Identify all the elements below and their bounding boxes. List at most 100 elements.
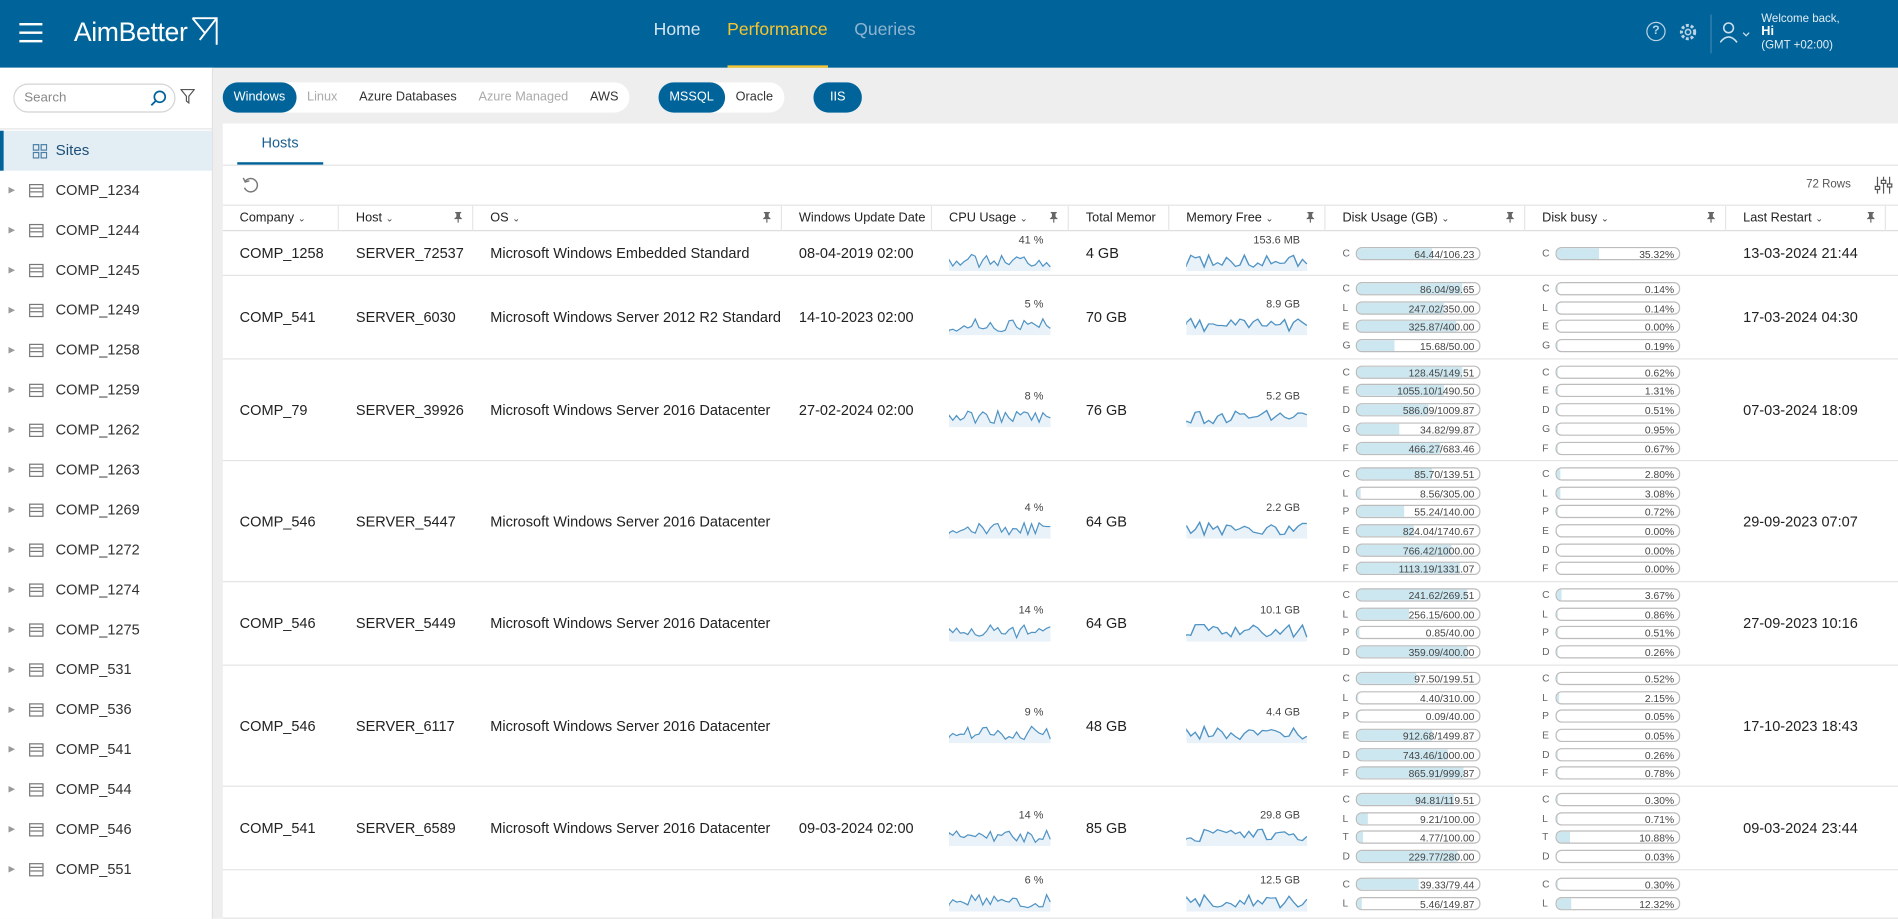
column-header[interactable]: Memory Free ⌄ bbox=[1169, 205, 1326, 232]
chevron-down-icon[interactable]: ⌄ bbox=[298, 213, 306, 224]
table-row[interactable]: COMP_541 SERVER_6589 Microsoft Windows Ser… bbox=[222, 787, 1898, 871]
nav-home[interactable]: Home bbox=[654, 0, 701, 68]
menu-icon[interactable] bbox=[19, 22, 43, 43]
table-row[interactable]: COMP_1258 SERVER_72537 Microsoft Windows E… bbox=[222, 231, 1898, 276]
column-header-label: Disk busy bbox=[1542, 210, 1598, 226]
table-row[interactable]: 6 % 12.5 GB C 39.33/79.44 L 5.46/149.87 C 0.30%… bbox=[222, 870, 1898, 919]
chevron-down-icon[interactable]: ⌄ bbox=[1815, 213, 1823, 224]
column-header[interactable]: Disk Usage (GB) ⌄ bbox=[1325, 205, 1526, 232]
pin-icon[interactable] bbox=[1866, 211, 1876, 223]
sidebar-item[interactable]: ▶ COMP_1234 bbox=[0, 171, 212, 211]
column-header[interactable]: Last Restart ⌄ bbox=[1726, 205, 1886, 232]
tab-hosts[interactable]: Hosts bbox=[237, 123, 323, 165]
table-row[interactable]: COMP_546 SERVER_5447 Microsoft Windows Ser… bbox=[222, 461, 1898, 583]
cell-restart-value: 07-03-2024 18:09 bbox=[1743, 401, 1858, 419]
sidebar-item-label: COMP_544 bbox=[55, 780, 132, 798]
column-header[interactable]: Disk busy ⌄ bbox=[1525, 205, 1727, 232]
sidebar-item[interactable]: ▶ COMP_541 bbox=[0, 730, 212, 770]
disk-letter: L bbox=[1542, 896, 1548, 910]
filter-linux[interactable]: Linux bbox=[296, 82, 348, 112]
help-icon[interactable]: ? bbox=[1646, 21, 1666, 42]
sidebar-item[interactable]: ▶ COMP_546 bbox=[0, 810, 212, 850]
expand-caret-icon[interactable]: ▶ bbox=[8, 850, 15, 890]
column-header[interactable]: Host ⌄ bbox=[339, 205, 474, 232]
filter-azure-managed[interactable]: Azure Managed bbox=[468, 82, 580, 112]
sidebar-sites[interactable]: Sites bbox=[0, 130, 212, 171]
sidebar-item[interactable]: ▶ COMP_1272 bbox=[0, 530, 212, 570]
filter-icon[interactable] bbox=[180, 88, 195, 105]
chevron-down-icon[interactable]: ⌄ bbox=[512, 213, 520, 224]
search-icon[interactable] bbox=[150, 90, 167, 107]
column-settings-icon[interactable] bbox=[1874, 176, 1893, 195]
filter-mssql[interactable]: MSSQL bbox=[658, 82, 725, 113]
pin-icon[interactable] bbox=[1505, 211, 1515, 223]
filter-azure-databases[interactable]: Azure Databases bbox=[348, 82, 467, 112]
chevron-down-icon[interactable]: ⌄ bbox=[1601, 213, 1609, 224]
sidebar-item[interactable]: ▶ COMP_1259 bbox=[0, 370, 212, 410]
expand-caret-icon[interactable]: ▶ bbox=[8, 251, 15, 291]
sidebar-item[interactable]: ▶ COMP_544 bbox=[0, 770, 212, 810]
sidebar-item[interactable]: ▶ COMP_1249 bbox=[0, 291, 212, 331]
table-row[interactable]: COMP_546 SERVER_5449 Microsoft Windows Ser… bbox=[222, 582, 1898, 666]
filter-oracle[interactable]: Oracle bbox=[725, 82, 784, 112]
sidebar-item[interactable]: ▶ COMP_1245 bbox=[0, 251, 212, 291]
pin-icon[interactable] bbox=[1049, 211, 1058, 223]
table-row[interactable]: COMP_541 SERVER_6030 Microsoft Windows Ser… bbox=[222, 276, 1898, 360]
sidebar-item[interactable]: ▶ COMP_1269 bbox=[0, 490, 212, 530]
expand-caret-icon[interactable]: ▶ bbox=[8, 410, 15, 450]
expand-caret-icon[interactable]: ▶ bbox=[8, 690, 15, 730]
chevron-down-icon[interactable]: ⌄ bbox=[1020, 213, 1028, 224]
expand-caret-icon[interactable]: ▶ bbox=[8, 530, 15, 570]
sidebar-item[interactable]: ▶ COMP_551 bbox=[0, 850, 212, 890]
table-row[interactable]: COMP_546 SERVER_6117 Microsoft Windows Ser… bbox=[222, 666, 1898, 787]
expand-caret-icon[interactable]: ▶ bbox=[8, 450, 15, 490]
filter-iis[interactable]: IIS bbox=[813, 82, 863, 113]
logo[interactable]: AimBetter bbox=[74, 17, 218, 48]
sidebar-item[interactable]: ▶ COMP_1274 bbox=[0, 570, 212, 610]
column-header[interactable]: Total Memor bbox=[1069, 205, 1170, 232]
column-header[interactable]: CPU Usage ⌄ bbox=[932, 205, 1069, 232]
expand-caret-icon[interactable]: ▶ bbox=[8, 291, 15, 331]
column-header[interactable]: OS ⌄ bbox=[473, 205, 782, 232]
sidebar-item[interactable]: ▶ COMP_531 bbox=[0, 650, 212, 690]
refresh-icon[interactable] bbox=[242, 177, 259, 194]
pin-icon[interactable] bbox=[1706, 211, 1716, 223]
expand-caret-icon[interactable]: ▶ bbox=[8, 810, 15, 850]
filter-windows[interactable]: Windows bbox=[222, 82, 297, 113]
expand-caret-icon[interactable]: ▶ bbox=[8, 330, 15, 370]
sidebar-item[interactable]: ▶ COMP_1258 bbox=[0, 330, 212, 370]
chevron-down-icon[interactable]: ⌄ bbox=[386, 213, 394, 224]
expand-caret-icon[interactable]: ▶ bbox=[8, 490, 15, 530]
column-header[interactable]: Windows Update Date bbox=[782, 205, 933, 232]
cell-mem: 48 GB bbox=[1069, 666, 1169, 786]
expand-caret-icon[interactable]: ▶ bbox=[8, 570, 15, 610]
search-input[interactable]: Search bbox=[13, 83, 176, 113]
sidebar-item[interactable]: ▶ COMP_1262 bbox=[0, 410, 212, 450]
expand-caret-icon[interactable]: ▶ bbox=[8, 650, 15, 690]
nav-performance[interactable]: Performance bbox=[727, 0, 828, 68]
expand-caret-icon[interactable]: ▶ bbox=[8, 171, 15, 211]
sidebar-item[interactable]: ▶ COMP_1244 bbox=[0, 211, 212, 251]
sidebar-item[interactable]: ▶ COMP_536 bbox=[0, 690, 212, 730]
sidebar-item[interactable]: ▶ COMP_1275 bbox=[0, 610, 212, 650]
expand-caret-icon[interactable]: ▶ bbox=[8, 370, 15, 410]
pin-icon[interactable] bbox=[762, 211, 772, 223]
expand-caret-icon[interactable]: ▶ bbox=[8, 610, 15, 650]
expand-caret-icon[interactable]: ▶ bbox=[8, 770, 15, 810]
spark-cpu: 5 % bbox=[948, 297, 1051, 338]
disk-value: 0.67% bbox=[1644, 442, 1675, 455]
chevron-down-icon[interactable]: ⌄ bbox=[1266, 213, 1274, 224]
expand-caret-icon[interactable]: ▶ bbox=[8, 730, 15, 770]
gear-icon[interactable] bbox=[1678, 22, 1699, 43]
table-row[interactable]: COMP_79 SERVER_39926 Microsoft Windows Ser… bbox=[222, 360, 1898, 462]
pin-icon[interactable] bbox=[1306, 211, 1315, 223]
column-header[interactable]: Company ⌄ bbox=[223, 205, 339, 232]
sidebar-item[interactable]: ▶ COMP_1263 bbox=[0, 450, 212, 490]
expand-caret-icon[interactable]: ▶ bbox=[8, 211, 15, 251]
filter-aws[interactable]: AWS bbox=[579, 82, 629, 112]
pin-icon[interactable] bbox=[453, 211, 463, 223]
nav-queries[interactable]: Queries bbox=[854, 0, 915, 68]
user-icon[interactable] bbox=[1720, 22, 1751, 44]
chevron-down-icon[interactable]: ⌄ bbox=[1441, 213, 1449, 224]
cell-host-value: SERVER_6030 bbox=[355, 308, 456, 326]
